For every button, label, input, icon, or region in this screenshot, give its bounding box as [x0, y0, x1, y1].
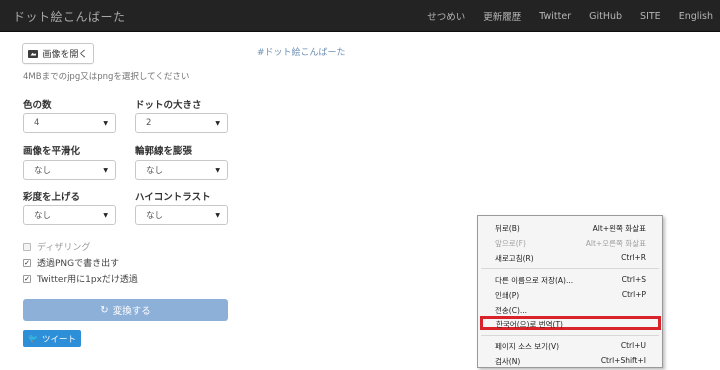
smoothing-select-value: なし [34, 166, 52, 176]
outline-select-value: なし [146, 166, 164, 176]
nav-links: せつめい 更新履歴 Twitter GitHub SITE English [418, 0, 720, 32]
menu-item-label: 페이지 소스 보기(V) [495, 342, 560, 351]
navbar: ドット絵こんばーた せつめい 更新履歴 Twitter GitHub SITE … [0, 0, 720, 32]
colors-select[interactable]: 4 ▼ [23, 113, 116, 133]
dot-size-select[interactable]: 2 ▼ [135, 113, 228, 133]
outline-select[interactable]: なし ▼ [135, 160, 228, 180]
menu-item-shortcut: Alt+오른쪽 화살표 [585, 239, 646, 248]
tweet-label: ツイート [41, 334, 76, 345]
brand-title[interactable]: ドット絵こんばーた [13, 8, 126, 25]
nav-link-english[interactable]: English [670, 11, 720, 22]
file-help-text: 4MBまでのjpg又はpngを選択してください [23, 72, 190, 82]
hashtag-link[interactable]: #ドット絵こんばーた [257, 45, 346, 58]
caret-down-icon: ▼ [103, 212, 108, 219]
menu-item-label: 다른 이름으로 저장(A)... [495, 276, 574, 285]
dithering-option[interactable]: ディザリング [23, 240, 90, 253]
saturation-select[interactable]: なし ▼ [23, 205, 116, 225]
dot-size-label: ドットの大きさ [135, 100, 202, 111]
png-checkbox[interactable]: ✓ [23, 258, 31, 267]
caret-down-icon: ▼ [103, 167, 108, 174]
menu-item-view-source[interactable]: 페이지 소스 보기(V) Ctrl+U [479, 338, 661, 353]
smoothing-label: 画像を平滑化 [23, 146, 81, 157]
context-menu: 뒤로(B) Alt+왼쪽 화살표 앞으로(F) Alt+오른쪽 화살표 새로고침… [477, 215, 663, 368]
menu-item-label: 검사(N) [495, 357, 521, 366]
convert-label: 変換する [112, 306, 151, 317]
contrast-label: ハイコントラスト [135, 192, 211, 203]
nav-link-guide[interactable]: せつめい [418, 9, 474, 23]
png-option[interactable]: ✓ 透過PNGで書き出す [23, 256, 119, 269]
menu-item-shortcut: Ctrl+Shift+I [600, 356, 646, 365]
nav-link-history[interactable]: 更新履歴 [474, 9, 530, 23]
menu-item-label: 인쇄(P) [495, 291, 520, 300]
dithering-label: ディザリング [37, 243, 91, 253]
menu-separator [481, 335, 659, 336]
contrast-select[interactable]: なし ▼ [135, 205, 228, 225]
image-icon [28, 49, 39, 58]
menu-item-label: 앞으로(F) [495, 239, 526, 248]
caret-down-icon: ▼ [215, 212, 220, 219]
smoothing-select[interactable]: なし ▼ [23, 160, 116, 180]
caret-down-icon: ▼ [103, 120, 108, 127]
open-image-button[interactable]: 画像を開く [22, 43, 94, 64]
tweet-button[interactable]: 🐦 ツイート [23, 330, 81, 347]
menu-item-print[interactable]: 인쇄(P) Ctrl+P [479, 287, 661, 302]
contrast-select-value: なし [146, 211, 164, 221]
menu-item-label: 새로고침(R) [495, 254, 534, 263]
dot-size-select-value: 2 [146, 118, 152, 128]
nav-link-site[interactable]: SITE [631, 11, 670, 22]
refresh-icon: ↻ [100, 304, 109, 316]
menu-item-forward: 앞으로(F) Alt+오른쪽 화살표 [479, 235, 661, 250]
outline-label: 輪郭線を膨張 [135, 146, 193, 157]
convert-button[interactable]: ↻ 変換する [23, 299, 228, 321]
menu-item-label: 뒤로(B) [495, 224, 520, 233]
nav-link-twitter[interactable]: Twitter [530, 11, 580, 22]
colors-label: 色の数 [23, 100, 52, 111]
twitter-label: Twitter用に1pxだけ透過 [37, 275, 138, 285]
twitter-option[interactable]: ✓ Twitter用に1pxだけ透過 [23, 272, 138, 285]
saturation-label: 彩度を上げる [23, 192, 81, 203]
saturation-select-value: なし [34, 211, 52, 221]
open-image-label: 画像を開く [42, 50, 88, 60]
menu-item-shortcut: Ctrl+U [620, 341, 646, 350]
menu-separator [481, 268, 659, 269]
twitter-bird-icon: 🐦 [28, 334, 38, 343]
menu-item-reload[interactable]: 새로고침(R) Ctrl+R [479, 250, 661, 265]
dithering-checkbox[interactable] [23, 242, 31, 251]
caret-down-icon: ▼ [215, 167, 220, 174]
menu-item-translate[interactable]: 한국어(으)로 번역(T) [480, 316, 661, 330]
menu-item-shortcut: Ctrl+R [621, 253, 646, 262]
png-label: 透過PNGで書き出す [37, 259, 120, 269]
nav-link-github[interactable]: GitHub [580, 11, 631, 22]
caret-down-icon: ▼ [215, 120, 220, 127]
colors-select-value: 4 [34, 118, 40, 128]
menu-item-inspect[interactable]: 검사(N) Ctrl+Shift+I [479, 353, 661, 368]
menu-item-shortcut: Ctrl+P [621, 290, 646, 299]
menu-item-shortcut: Alt+왼쪽 화살표 [592, 224, 646, 233]
menu-item-label: 전송(C)... [495, 306, 528, 315]
menu-item-save-as[interactable]: 다른 이름으로 저장(A)... Ctrl+S [479, 272, 661, 287]
menu-item-shortcut: Ctrl+S [621, 275, 646, 284]
twitter-checkbox[interactable]: ✓ [23, 274, 31, 283]
menu-item-cast[interactable]: 전송(C)... [479, 302, 661, 317]
menu-item-back[interactable]: 뒤로(B) Alt+왼쪽 화살표 [479, 220, 661, 235]
menu-item-label: 한국어(으)로 번역(T) [496, 320, 563, 329]
